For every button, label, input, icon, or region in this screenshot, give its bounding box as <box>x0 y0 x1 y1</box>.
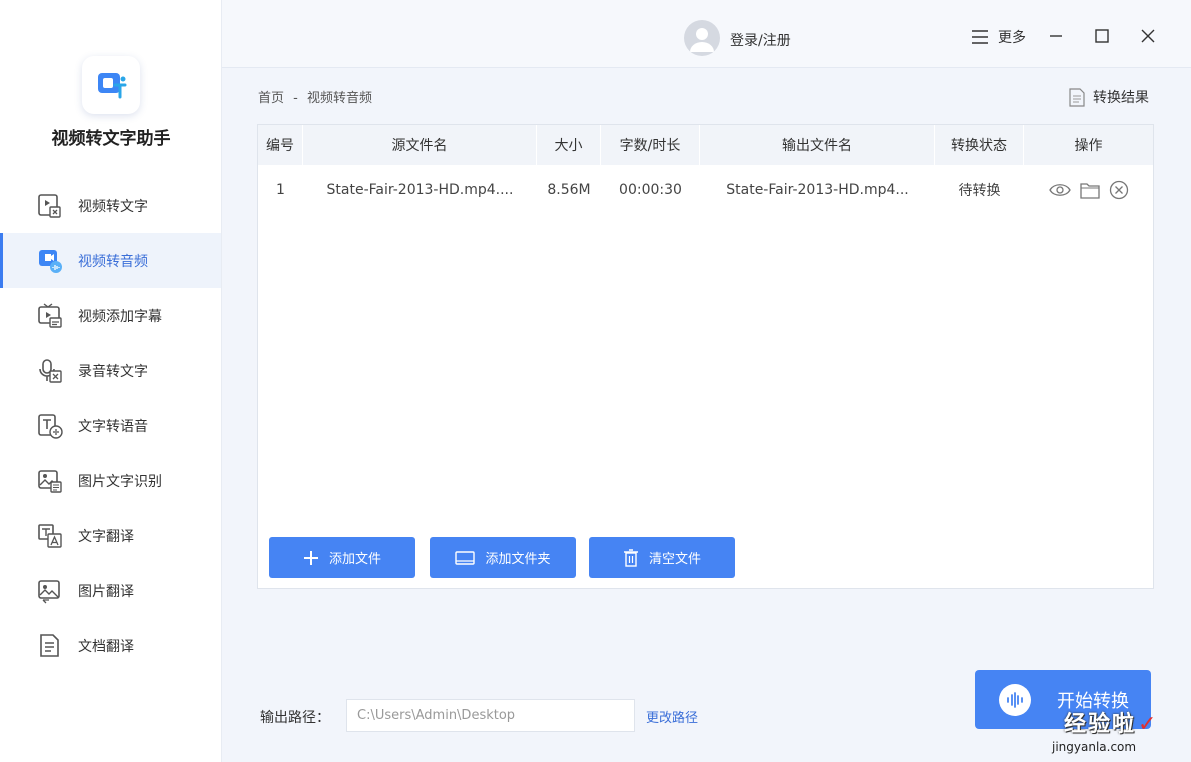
column-header-output: 输出文件名 <box>700 125 935 165</box>
sidebar-item-label: 视频转音频 <box>78 253 148 270</box>
table-header: 编号 源文件名 大小 字数/时长 输出文件名 转换状态 操作 <box>258 125 1153 165</box>
sidebar-item-video-to-audio[interactable]: 视频转音频 <box>0 233 221 288</box>
output-path-value: C:\Users\Admin\Desktop <box>357 708 516 723</box>
sidebar-nav: 视频转文字 视频转音频 视频添加字幕 录音转文字 文字转语音 图片文字识别 文字… <box>0 178 221 673</box>
sidebar-item-image-translate[interactable]: 图片翻译 <box>0 563 221 618</box>
sidebar-item-label: 文档翻译 <box>78 638 134 655</box>
breadcrumb: 首页 - 视频转音频 <box>258 87 372 106</box>
image-translate-icon <box>36 577 64 605</box>
watermark: 经验啦✓ jingyanla.com <box>1042 706 1182 758</box>
breadcrumb-separator: - <box>293 91 298 106</box>
hamburger-icon <box>972 30 988 44</box>
remove-circle-x-icon[interactable] <box>1109 180 1129 200</box>
sidebar-item-recording-to-text[interactable]: 录音转文字 <box>0 343 221 398</box>
top-bar: 登录/注册 更多 <box>222 0 1191 68</box>
change-path-link[interactable]: 更改路径 <box>646 707 698 726</box>
text-translate-icon <box>36 522 64 550</box>
conversion-result-label: 转换结果 <box>1093 90 1149 106</box>
output-path-field[interactable]: C:\Users\Admin\Desktop <box>346 699 635 732</box>
add-folder-label: 添加文件夹 <box>485 552 551 567</box>
video-subtitle-icon <box>36 302 64 330</box>
cell-duration: 00:00:30 <box>619 182 682 198</box>
cell-status: 待转换 <box>958 183 1001 199</box>
clear-files-label: 清空文件 <box>648 552 701 567</box>
microphone-text-icon <box>36 357 64 385</box>
sidebar-item-label: 录音转文字 <box>78 363 148 380</box>
column-header-status: 转换状态 <box>935 125 1024 165</box>
column-header-size: 大小 <box>537 125 601 165</box>
output-path-label: 输出路径： <box>260 710 330 726</box>
document-icon <box>1069 87 1085 107</box>
sidebar-item-document-translate[interactable]: 文档翻译 <box>0 618 221 673</box>
sidebar: 视频转文字助手 视频转文字 视频转音频 视频添加字幕 录音转文字 文字转语音 图… <box>0 0 222 762</box>
cell-output-filename: State-Fair-2013-HD.mp4... <box>726 182 909 198</box>
cell-source-filename: State-Fair-2013-HD.mp4.... <box>326 182 514 198</box>
sidebar-item-label: 文字转语音 <box>78 418 148 435</box>
login-register-link[interactable]: 登录/注册 <box>730 30 791 50</box>
more-menu[interactable]: 更多 <box>972 27 1026 47</box>
sidebar-item-video-subtitle[interactable]: 视频添加字幕 <box>0 288 221 343</box>
folder-icon <box>455 550 476 566</box>
sidebar-item-label: 视频添加字幕 <box>78 308 162 325</box>
cell-index: 1 <box>276 182 285 198</box>
image-ocr-icon <box>36 467 64 495</box>
column-header-actions: 操作 <box>1074 138 1103 154</box>
sidebar-item-label: 文字翻译 <box>78 528 134 545</box>
sidebar-item-label: 视频转文字 <box>78 198 148 215</box>
preview-eye-icon[interactable] <box>1048 182 1071 198</box>
text-to-speech-icon <box>36 412 64 440</box>
app-logo <box>82 56 140 114</box>
sidebar-item-video-to-text[interactable]: 视频转文字 <box>0 178 221 233</box>
add-file-label: 添加文件 <box>328 552 381 567</box>
sidebar-item-text-to-speech[interactable]: 文字转语音 <box>0 398 221 453</box>
maximize-button[interactable] <box>1090 24 1114 48</box>
minimize-button[interactable] <box>1044 24 1068 48</box>
more-label: 更多 <box>998 30 1026 46</box>
column-header-duration: 字数/时长 <box>601 125 700 165</box>
table-row[interactable]: 1 State-Fair-2013-HD.mp4.... 8.56M 00:00… <box>258 165 1153 215</box>
watermark-url: jingyanla.com <box>1052 740 1137 754</box>
file-table-panel: 编号 源文件名 大小 字数/时长 输出文件名 转换状态 操作 1 State-F… <box>257 124 1154 589</box>
add-file-button[interactable]: 添加文件 <box>269 537 415 578</box>
main-area: 登录/注册 更多 首页 - 视频转音频 转换结果 编号 源文件名 大小 字数/时… <box>222 0 1191 762</box>
open-folder-icon[interactable] <box>1079 182 1100 199</box>
video-to-audio-icon <box>36 247 64 275</box>
cell-size: 8.56M <box>547 182 591 198</box>
sidebar-item-label: 图片文字识别 <box>78 473 162 490</box>
clear-files-button[interactable]: 清空文件 <box>589 537 735 578</box>
watermark-text: 经验啦 <box>1064 712 1137 737</box>
conversion-result-link[interactable]: 转换结果 <box>1069 87 1149 107</box>
sidebar-item-label: 图片翻译 <box>78 583 134 600</box>
breadcrumb-home[interactable]: 首页 <box>258 91 284 106</box>
column-header-index: 编号 <box>258 125 303 165</box>
sidebar-item-image-ocr[interactable]: 图片文字识别 <box>0 453 221 508</box>
sidebar-item-text-translate[interactable]: 文字翻译 <box>0 508 221 563</box>
audio-wave-icon <box>999 683 1031 716</box>
user-avatar[interactable] <box>684 20 720 56</box>
close-button[interactable] <box>1136 24 1160 48</box>
video-to-text-icon <box>36 192 64 220</box>
plus-icon <box>303 550 319 566</box>
add-folder-button[interactable]: 添加文件夹 <box>430 537 576 578</box>
document-translate-icon <box>36 632 64 660</box>
cell-actions <box>1024 165 1153 215</box>
app-name: 视频转文字助手 <box>51 129 171 149</box>
checkmark-icon: ✓ <box>1138 712 1159 737</box>
trash-icon <box>623 548 639 567</box>
breadcrumb-current: 视频转音频 <box>307 91 373 106</box>
column-header-source: 源文件名 <box>303 125 537 165</box>
